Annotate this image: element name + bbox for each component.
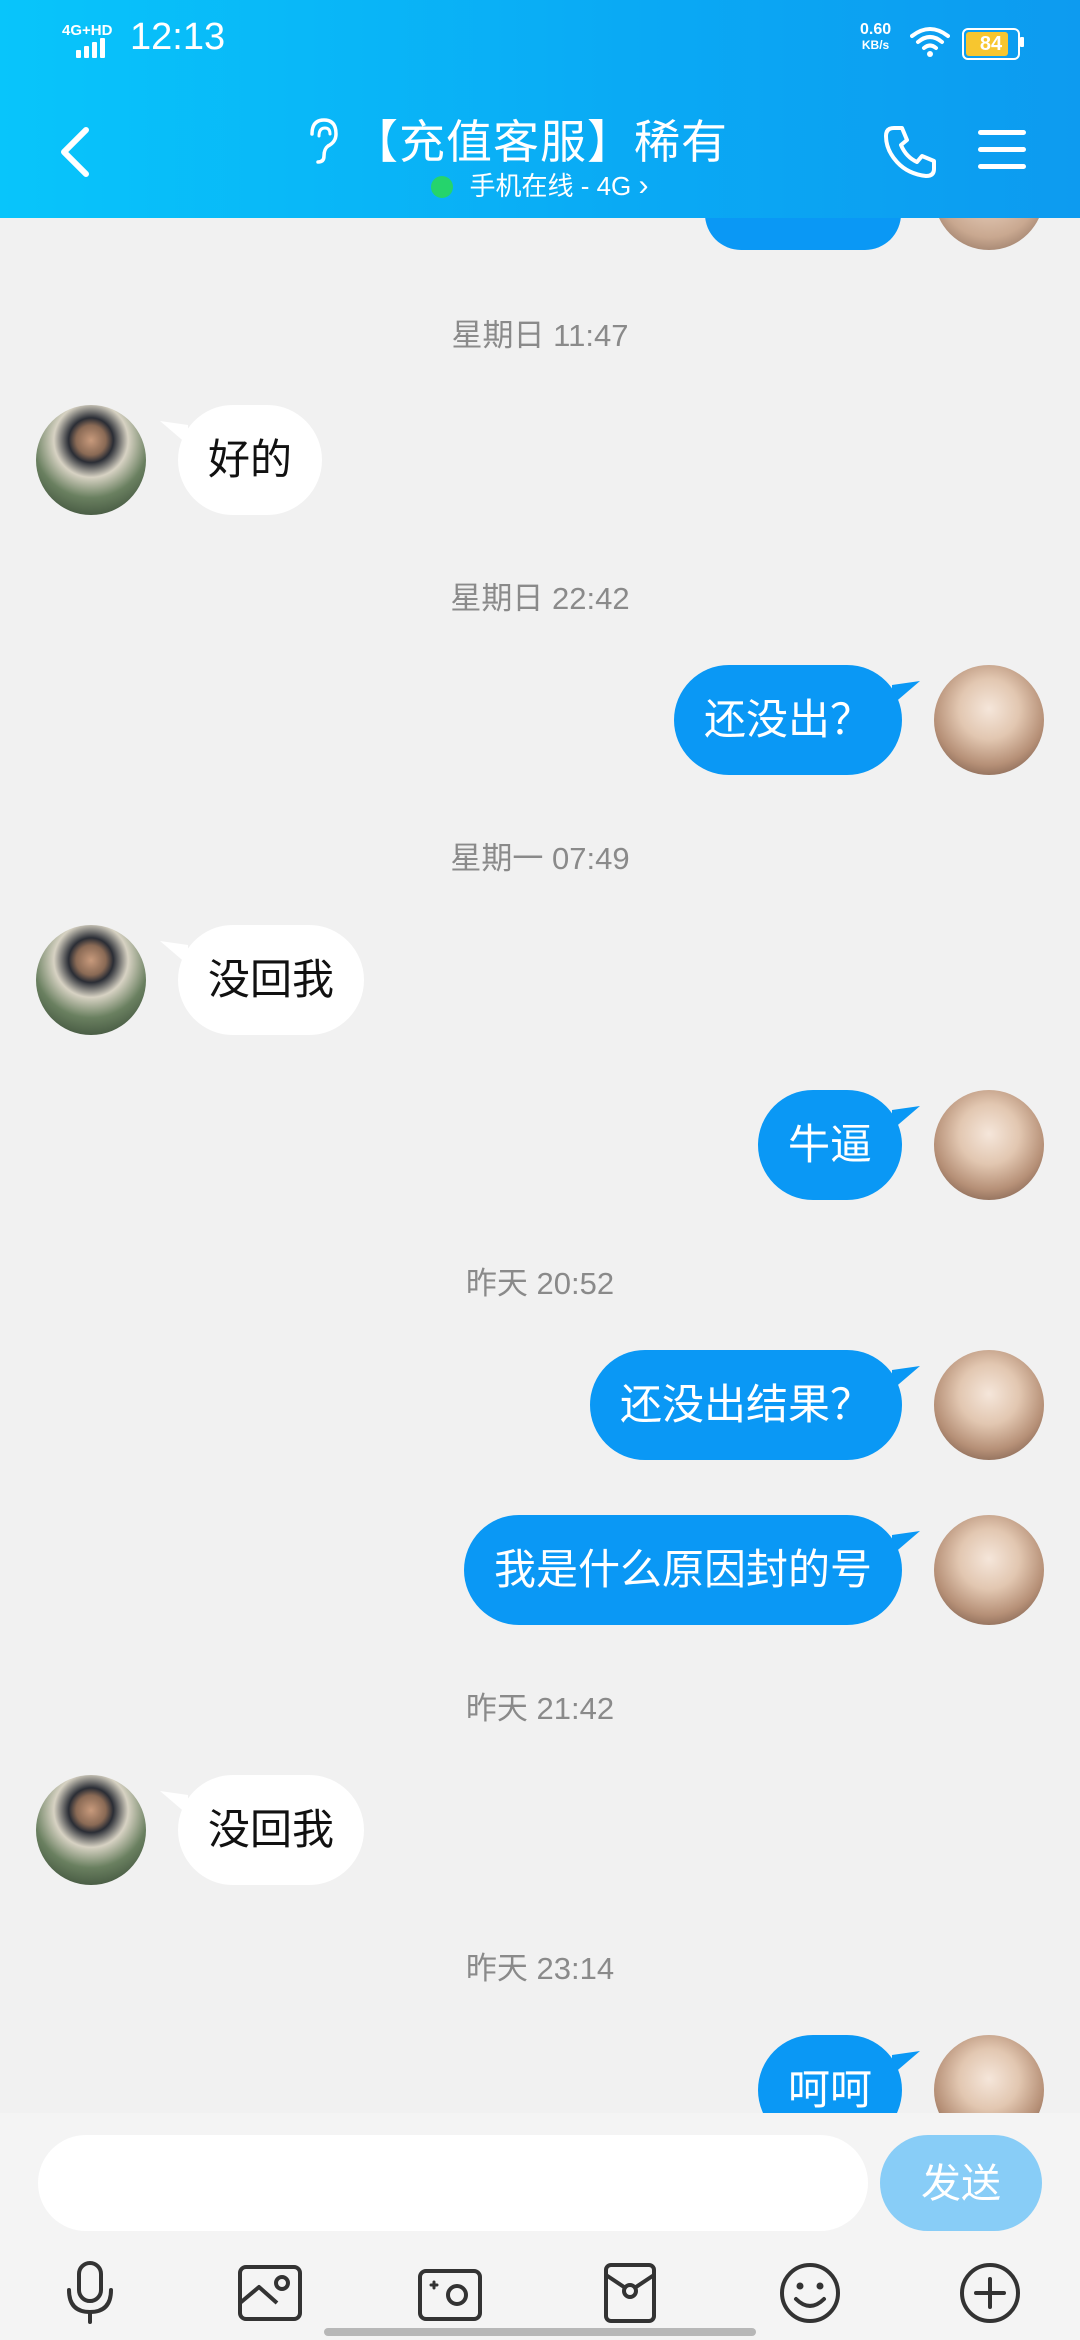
online-status-text: 手机在线 - 4G [469,171,632,201]
timestamp: 昨天 20:52 [465,1266,615,1301]
status-bar: 4G+HD 12:13 0.60 KB/s 84 [0,0,1080,80]
send-button[interactable]: 发送 [880,2135,1042,2231]
partial-outgoing-bubble[interactable] [705,218,901,250]
home-indicator[interactable] [324,2328,756,2336]
timestamp: 星期日 11:47 [451,318,629,353]
contact-avatar[interactable] [36,925,146,1035]
online-dot-icon [431,176,454,198]
image-icon[interactable] [230,2253,310,2333]
outgoing-message[interactable]: 牛逼 [757,1090,902,1200]
plus-icon[interactable] [950,2253,1030,2333]
status-time: 12:13 [130,16,226,58]
battery-cap [1020,37,1024,47]
network-speed: 0.60 KB/s [860,21,892,53]
self-avatar[interactable] [934,665,1044,775]
timestamp: 星期日 22:42 [450,581,630,616]
incoming-message[interactable]: 没回我 [178,925,365,1035]
battery-level: 84 [979,33,1003,55]
message-input[interactable] [38,2135,868,2231]
outgoing-message[interactable]: 我是什么原因封的号 [463,1515,902,1625]
network-label: 4G+HD [62,22,113,39]
self-avatar[interactable] [934,1350,1044,1460]
outgoing-message[interactable]: 还没出结果？ [589,1350,902,1460]
partial-self-avatar[interactable] [934,218,1044,250]
timestamp: 昨天 21:42 [465,1691,615,1726]
timestamp: 昨天 23:14 [465,1951,615,1986]
header-bar: 4G+HD 12:13 0.60 KB/s 84 【充值客服】稀有 手机在线 -… [0,0,1080,218]
speed-unit: KB/s [861,38,890,52]
menu-icon[interactable] [976,126,1028,174]
contact-avatar[interactable] [36,405,146,515]
outgoing-message[interactable]: 还没出？ [673,665,902,775]
chat-screen: 4G+HD 12:13 0.60 KB/s 84 【充值客服】稀有 手机在线 -… [0,0,1080,2340]
outgoing-message[interactable]: 呵呵 [757,2035,902,2113]
self-avatar[interactable] [934,1515,1044,1625]
incoming-message[interactable]: 没回我 [178,1775,365,1885]
phone-call-icon[interactable] [880,122,940,182]
emoji-icon[interactable] [770,2253,850,2333]
wifi-icon [910,27,950,57]
timestamp: 星期一 07:49 [450,841,630,876]
signal-icon [76,38,105,58]
chevron-right-icon: › [638,169,649,202]
input-area: 发送 [0,2113,1080,2340]
network-indicator: 4G+HD [62,22,122,62]
message-list[interactable]: 星期日 11:47 好的 星期日 22:42 还没出？ 星期一 07:49 没回我 牛逼 昨天… [0,218,1080,2113]
camera-icon[interactable] [410,2253,490,2333]
speed-value: 0.60 [860,21,892,38]
red-packet-icon[interactable] [590,2253,670,2333]
incoming-message[interactable]: 好的 [178,405,323,515]
chat-toolbar [0,2253,1080,2333]
chat-title[interactable]: 【充值客服】稀有 [352,106,728,172]
contact-avatar[interactable] [36,1775,146,1885]
battery-icon: 84 [962,28,1020,60]
self-avatar[interactable] [934,1090,1044,1200]
self-avatar[interactable] [934,2035,1044,2113]
microphone-icon[interactable] [50,2253,130,2333]
